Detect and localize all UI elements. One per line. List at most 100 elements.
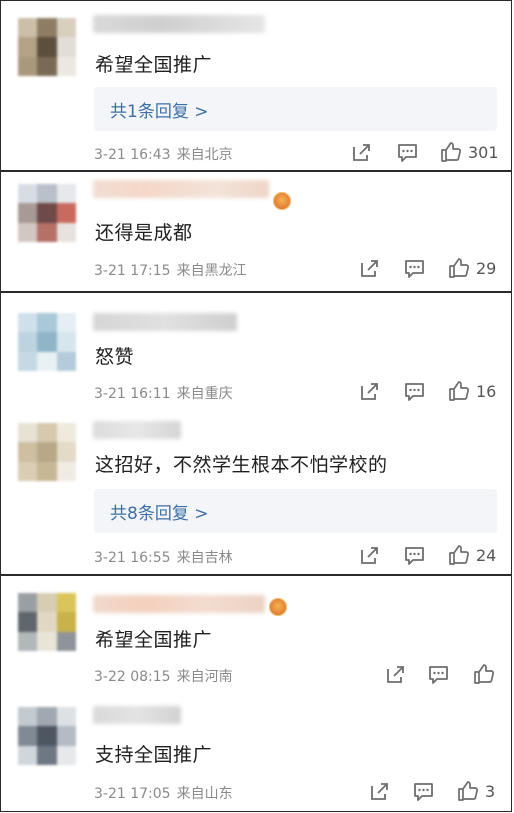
avatar-pixel — [56, 203, 76, 223]
view-replies-button[interactable]: 共1条回复 > — [94, 87, 497, 131]
avatar-pixel — [37, 332, 57, 352]
username-blurred[interactable] — [93, 706, 181, 724]
share-button[interactable] — [351, 142, 372, 163]
avatar-pixel — [18, 612, 38, 632]
avatar[interactable] — [18, 18, 76, 76]
username-blurred[interactable] — [93, 180, 269, 198]
comment-button[interactable] — [404, 546, 425, 566]
share-button[interactable] — [385, 664, 406, 685]
avatar-pixel — [37, 442, 57, 462]
comment-date: 3-21 16:43 — [94, 147, 171, 163]
comment-date: 3-21 17:15 — [94, 263, 171, 279]
comment-icon — [414, 783, 433, 801]
like-button[interactable]: 24 — [448, 544, 496, 566]
avatar-pixel — [18, 593, 38, 613]
avatar-pixel — [18, 423, 38, 443]
share-icon — [353, 144, 370, 161]
comment-item: 这招好，不然学生根本不怕学校的 共8条回复 > 3-21 16:55 来自吉林 2… — [1, 411, 511, 576]
comment-location: 来自山东 — [176, 786, 233, 802]
avatar-pixel — [37, 593, 57, 613]
comment-location: 来自吉林 — [176, 550, 233, 566]
view-replies-button[interactable]: 共8条回复 > — [94, 489, 497, 533]
comment-icon — [405, 383, 424, 401]
share-icon — [361, 260, 378, 277]
comment-location: 来自重庆 — [176, 386, 233, 402]
like-count: 301 — [468, 142, 499, 162]
comment-button[interactable] — [397, 143, 418, 163]
avatar[interactable] — [18, 423, 76, 481]
avatar-pixel — [56, 726, 76, 746]
share-button[interactable] — [369, 781, 390, 802]
avatar[interactable] — [18, 313, 76, 371]
avatar-pixel — [56, 707, 76, 727]
comment-meta: 3-21 16:11 来自重庆 — [94, 383, 233, 403]
avatar[interactable] — [18, 593, 76, 651]
avatar-pixel — [56, 313, 76, 333]
avatar-pixel — [18, 631, 38, 651]
vip-badge-icon — [273, 192, 291, 210]
thumbs-up-icon — [449, 381, 469, 401]
avatar-pixel — [18, 461, 38, 481]
comment-date: 3-21 16:55 — [94, 550, 171, 566]
avatar-pixel — [37, 37, 57, 57]
username-blurred[interactable] — [93, 421, 181, 439]
like-button[interactable]: 29 — [448, 257, 496, 279]
username-blurred[interactable] — [93, 313, 237, 331]
avatar-pixel — [18, 37, 38, 57]
avatar-pixel — [56, 423, 76, 443]
like-button[interactable]: 16 — [448, 380, 496, 402]
avatar-pixel — [56, 461, 76, 481]
avatar-pixel — [18, 332, 38, 352]
comment-item: 支持全国推广 3-21 17:05 来自山东 3 — [1, 694, 511, 813]
avatar-pixel — [56, 442, 76, 462]
like-count: 16 — [476, 381, 497, 401]
avatar[interactable] — [18, 184, 76, 242]
comment-item: 怒赞 3-21 16:11 来自重庆 16 — [1, 293, 511, 411]
comment-panel: 希望全国推广 共1条回复 > 3-21 16:43 来自北京 301 — [0, 0, 512, 171]
avatar-pixel — [18, 707, 38, 727]
avatar-pixel — [56, 56, 76, 76]
comment-meta: 3-21 17:15 来自黑龙江 — [94, 260, 247, 280]
comment-meta: 3-21 16:55 来自吉林 — [94, 547, 233, 567]
comment-button[interactable] — [428, 665, 449, 685]
username-blurred[interactable] — [93, 15, 265, 33]
like-button[interactable]: 301 — [440, 141, 499, 163]
comment-location: 来自河南 — [176, 669, 233, 685]
comment-button[interactable] — [404, 382, 425, 402]
like-count: 29 — [476, 258, 497, 278]
comment-location: 来自黑龙江 — [176, 263, 247, 279]
avatar-pixel — [37, 726, 57, 746]
share-button[interactable] — [359, 381, 380, 402]
share-button[interactable] — [359, 258, 380, 279]
vip-badge-icon — [269, 598, 287, 616]
like-count: 24 — [476, 545, 497, 565]
avatar-pixel — [37, 203, 57, 223]
comment-button[interactable] — [404, 259, 425, 279]
avatar-pixel — [56, 745, 76, 765]
avatar-pixel — [18, 222, 38, 242]
avatar-pixel — [18, 351, 38, 371]
avatar-pixel — [56, 18, 76, 38]
share-icon — [361, 547, 378, 564]
comment-panel: 怒赞 3-21 16:11 来自重庆 16 这招好，不然学生根本不怕学校的 共8条… — [0, 292, 512, 575]
like-button[interactable] — [473, 663, 495, 685]
avatar-pixel — [18, 18, 38, 38]
avatar-pixel — [56, 222, 76, 242]
avatar-pixel — [56, 612, 76, 632]
avatar-pixel — [18, 313, 38, 333]
comment-panel: 还得是成都 3-21 17:15 来自黑龙江 29 — [0, 171, 512, 292]
comment-button[interactable] — [413, 782, 434, 802]
like-count: 3 — [485, 781, 496, 801]
avatar-pixel — [37, 18, 57, 38]
avatar[interactable] — [18, 707, 76, 765]
thumbs-up-icon — [441, 142, 461, 162]
comment-text: 支持全国推广 — [95, 744, 213, 766]
avatar-pixel — [56, 631, 76, 651]
like-button[interactable]: 3 — [457, 780, 495, 802]
username-blurred[interactable] — [93, 595, 265, 613]
thumbs-up-icon — [474, 664, 494, 684]
avatar-pixel — [37, 707, 57, 727]
comment-text: 怒赞 — [95, 346, 135, 368]
share-button[interactable] — [359, 545, 380, 566]
comment-icon — [405, 547, 424, 565]
